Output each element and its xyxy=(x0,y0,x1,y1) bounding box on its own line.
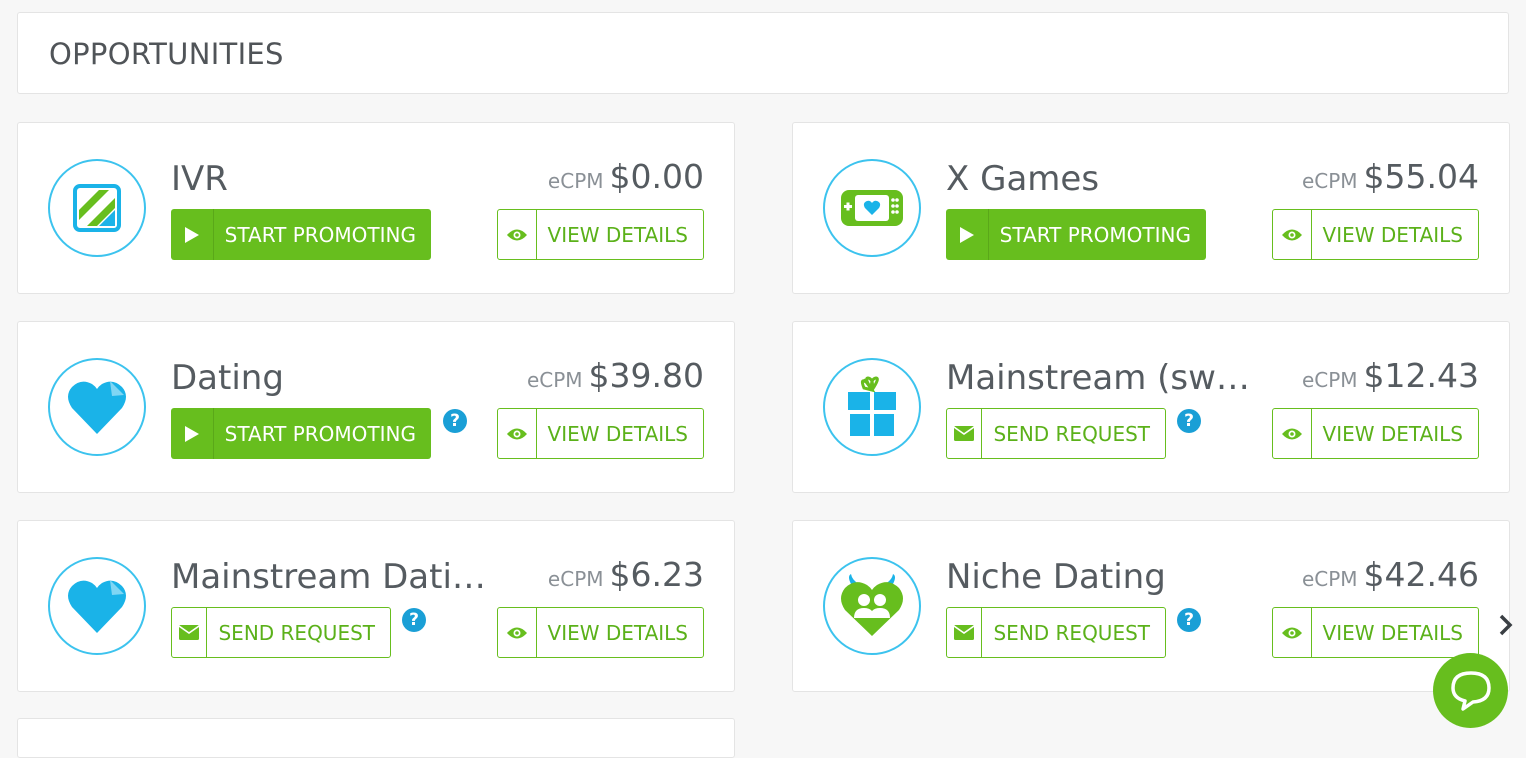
play-icon xyxy=(171,209,214,260)
offer-name: IVR xyxy=(171,159,228,199)
view-details-label: VIEW DETAILS xyxy=(547,421,688,446)
send-request-label: SEND REQUEST xyxy=(993,620,1150,645)
view-details-label: VIEW DETAILS xyxy=(1322,620,1463,645)
eye-icon xyxy=(1273,210,1312,259)
ecpm-label: eCPM xyxy=(1301,368,1358,392)
start-promoting-button[interactable]: START PROMOTING xyxy=(171,209,431,260)
offer-card-niche-dating: Niche Dating eCPM $42.46 SEND REQUEST ? V… xyxy=(792,520,1510,692)
chat-bubble-icon xyxy=(1450,670,1491,711)
ecpm-label: eCPM xyxy=(547,169,604,193)
gift-icon xyxy=(823,358,921,456)
view-details-button[interactable]: VIEW DETAILS xyxy=(1272,607,1479,658)
send-request-label: SEND REQUEST xyxy=(218,620,375,645)
offer-ecpm: eCPM $12.43 xyxy=(1302,356,1479,402)
eye-icon xyxy=(1273,409,1312,458)
offer-ecpm: eCPM $6.23 xyxy=(548,555,704,601)
ecpm-label: eCPM xyxy=(1301,169,1358,193)
help-icon[interactable]: ? xyxy=(402,608,426,632)
offer-card-x-games: X Games eCPM $55.04 START PROMOTING VIEW … xyxy=(792,122,1510,294)
ecpm-value: $12.43 xyxy=(1363,356,1479,395)
help-icon[interactable]: ? xyxy=(1177,608,1201,632)
ecpm-value: $55.04 xyxy=(1363,157,1479,196)
ecpm-value: $42.46 xyxy=(1363,555,1479,594)
page-title: OPPORTUNITIES xyxy=(49,37,284,71)
view-details-label: VIEW DETAILS xyxy=(547,222,688,247)
envelope-icon xyxy=(947,608,983,657)
chevron-right-icon[interactable] xyxy=(1496,610,1516,640)
send-request-button[interactable]: SEND REQUEST xyxy=(171,607,391,658)
offer-card-ivr: IVR eCPM $0.00 START PROMOTING VIEW DETAI… xyxy=(17,122,735,294)
offer-name: Mainstream (sw… xyxy=(946,358,1250,398)
chat-button[interactable] xyxy=(1433,653,1508,728)
send-request-label: SEND REQUEST xyxy=(993,421,1150,446)
offer-ecpm: eCPM $55.04 xyxy=(1302,157,1479,203)
send-request-button[interactable]: SEND REQUEST xyxy=(946,607,1166,658)
eye-icon xyxy=(498,210,537,259)
help-icon[interactable]: ? xyxy=(1177,409,1201,433)
heart-icon xyxy=(48,557,146,655)
eye-icon xyxy=(498,409,537,458)
ecpm-label: eCPM xyxy=(526,368,583,392)
opportunities-header: OPPORTUNITIES xyxy=(17,12,1509,94)
ecpm-value: $6.23 xyxy=(609,555,704,594)
offer-name: Dating xyxy=(171,358,284,398)
start-promoting-label: START PROMOTING xyxy=(224,421,416,446)
ecpm-label: eCPM xyxy=(547,567,604,591)
view-details-label: VIEW DETAILS xyxy=(1322,222,1463,247)
send-request-button[interactable]: SEND REQUEST xyxy=(946,408,1166,459)
offer-ecpm: eCPM $42.46 xyxy=(1302,555,1479,601)
start-promoting-button[interactable]: START PROMOTING xyxy=(171,408,431,459)
play-icon xyxy=(171,408,214,459)
start-promoting-label: START PROMOTING xyxy=(224,222,416,247)
eye-icon xyxy=(498,608,537,657)
heart-icon xyxy=(48,358,146,456)
offer-card-partial xyxy=(17,718,735,758)
envelope-icon xyxy=(947,409,983,458)
help-icon[interactable]: ? xyxy=(443,409,467,433)
offer-name: Mainstream Dati… xyxy=(171,557,486,597)
view-details-button[interactable]: VIEW DETAILS xyxy=(497,408,704,459)
start-promoting-label: START PROMOTING xyxy=(999,222,1191,247)
view-details-button[interactable]: VIEW DETAILS xyxy=(1272,408,1479,459)
offer-name: X Games xyxy=(946,159,1100,199)
view-details-button[interactable]: VIEW DETAILS xyxy=(497,607,704,658)
ecpm-label: eCPM xyxy=(1301,567,1358,591)
view-details-label: VIEW DETAILS xyxy=(547,620,688,645)
game-controller-icon xyxy=(823,159,921,257)
devil-heart-icon xyxy=(823,557,921,655)
eye-icon xyxy=(1273,608,1312,657)
ecpm-value: $0.00 xyxy=(609,157,704,196)
view-details-label: VIEW DETAILS xyxy=(1322,421,1463,446)
offer-ecpm: eCPM $39.80 xyxy=(527,356,704,402)
envelope-icon xyxy=(172,608,208,657)
ecpm-value: $39.80 xyxy=(588,356,704,395)
view-details-button[interactable]: VIEW DETAILS xyxy=(497,209,704,260)
offer-name: Niche Dating xyxy=(946,557,1166,597)
ivr-icon xyxy=(48,159,146,257)
offer-card-dating: Dating eCPM $39.80 START PROMOTING ? VIEW… xyxy=(17,321,735,493)
play-icon xyxy=(946,209,989,260)
offer-card-mainstream-sw: Mainstream (sw… eCPM $12.43 SEND REQUEST … xyxy=(792,321,1510,493)
offer-ecpm: eCPM $0.00 xyxy=(548,157,704,203)
offer-card-mainstream-dating: Mainstream Dati… eCPM $6.23 SEND REQUEST … xyxy=(17,520,735,692)
view-details-button[interactable]: VIEW DETAILS xyxy=(1272,209,1479,260)
start-promoting-button[interactable]: START PROMOTING xyxy=(946,209,1206,260)
